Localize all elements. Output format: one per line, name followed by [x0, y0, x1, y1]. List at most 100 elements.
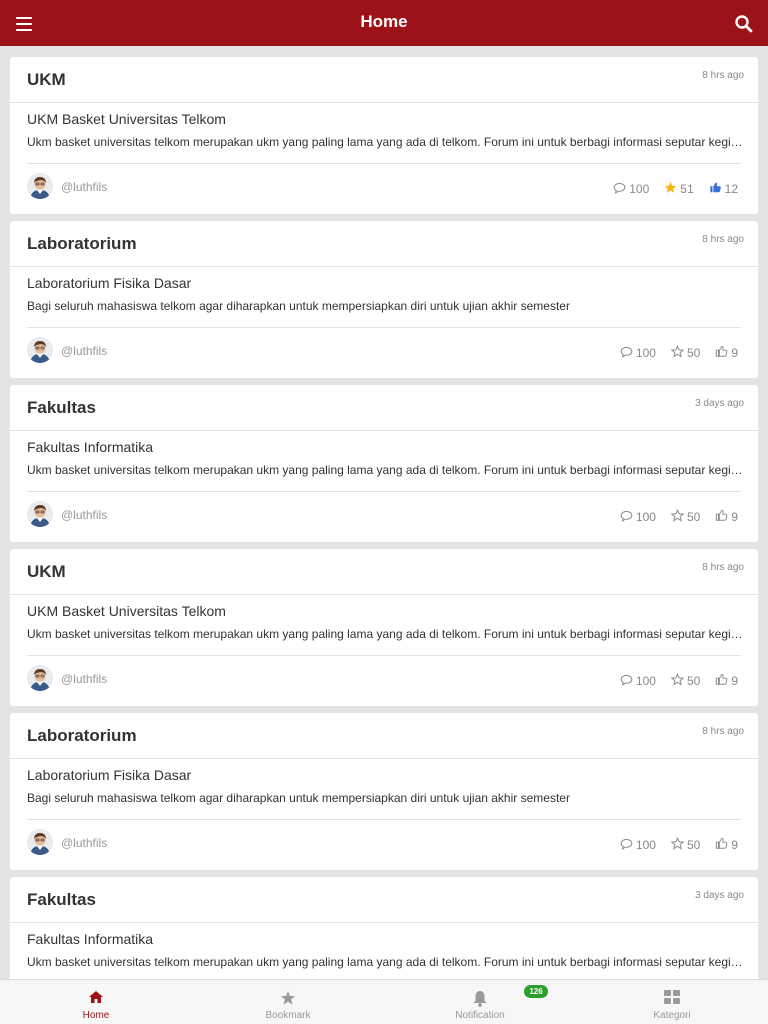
star-icon	[670, 509, 687, 525]
tab-bookmark[interactable]: Bookmark	[192, 980, 384, 1024]
card-header: Fakultas 3 days ago	[10, 877, 758, 923]
tab-home[interactable]: Home	[0, 980, 192, 1024]
post-title[interactable]: Laboratorium Fisika Dasar	[27, 767, 191, 783]
comment-count-button[interactable]: 100	[620, 510, 656, 525]
star-count-button[interactable]: 50	[670, 837, 701, 853]
thumbs-up-icon	[715, 837, 731, 853]
post-card[interactable]: Fakultas 3 days ago Fakultas Informatika Uk…	[10, 385, 758, 542]
avatar[interactable]	[27, 501, 53, 527]
avatar[interactable]	[27, 665, 53, 691]
app-header: Home	[0, 0, 768, 46]
grid-icon	[664, 990, 680, 1004]
star-count: 50	[686, 674, 701, 688]
post-category[interactable]: Fakultas	[27, 398, 96, 418]
post-title[interactable]: Fakultas Informatika	[27, 931, 153, 947]
comment-count-button[interactable]: 100	[613, 182, 649, 197]
post-time: 8 hrs ago	[702, 562, 744, 573]
post-time: 8 hrs ago	[702, 234, 744, 245]
divider	[27, 819, 741, 820]
thumbs-up-icon	[715, 509, 731, 525]
avatar[interactable]	[27, 829, 53, 855]
star-count: 50	[686, 838, 701, 852]
star-count-button[interactable]: 50	[670, 345, 701, 361]
card-header: Fakultas 3 days ago	[10, 385, 758, 431]
star-count: 50	[686, 510, 701, 524]
post-category[interactable]: Fakultas	[27, 890, 96, 910]
star-count-button[interactable]: 51	[664, 181, 694, 197]
tab-label: Notification	[455, 1010, 505, 1021]
post-title[interactable]: Laboratorium Fisika Dasar	[27, 275, 191, 291]
post-card[interactable]: Laboratorium 8 hrs ago Laboratorium Fisika…	[10, 713, 758, 870]
post-card[interactable]: UKM 8 hrs ago UKM Basket Universitas Telko…	[10, 549, 758, 706]
post-title[interactable]: UKM Basket Universitas Telkom	[27, 603, 226, 619]
post-time: 3 days ago	[695, 890, 744, 901]
comment-count-button[interactable]: 100	[620, 838, 656, 853]
comment-icon	[620, 346, 636, 361]
like-count-button[interactable]: 9	[715, 509, 738, 525]
star-count-button[interactable]: 50	[670, 509, 701, 525]
comment-count: 100	[629, 182, 650, 196]
post-card[interactable]: Laboratorium 8 hrs ago Laboratorium Fisika…	[10, 221, 758, 378]
bottom-tab-bar: Home Bookmark Notification 126 Kategori	[0, 979, 768, 1024]
tab-notification[interactable]: Notification	[384, 980, 576, 1024]
post-stats: 100 50 9	[605, 837, 738, 853]
comment-count: 100	[635, 346, 656, 360]
search-icon[interactable]	[734, 14, 754, 34]
avatar[interactable]	[27, 173, 53, 199]
divider	[27, 655, 741, 656]
like-count-button[interactable]: 9	[715, 673, 738, 689]
comment-icon	[620, 674, 636, 689]
star-count-button[interactable]: 50	[670, 673, 701, 689]
thumbs-up-icon	[709, 181, 725, 197]
card-header: Laboratorium 8 hrs ago	[10, 221, 758, 267]
post-stats: 100 50 9	[605, 673, 738, 689]
post-stats: 100 50 9	[605, 345, 738, 361]
like-count-button[interactable]: 12	[709, 181, 738, 197]
post-author[interactable]: @luthfils	[61, 672, 107, 686]
post-description: Ukm basket universitas telkom merupakan …	[27, 627, 743, 641]
post-description: Ukm basket universitas telkom merupakan …	[27, 135, 743, 149]
post-title[interactable]: Fakultas Informatika	[27, 439, 153, 455]
tab-kategori[interactable]: Kategori	[576, 980, 768, 1024]
post-description: Bagi seluruh mahasiswa telkom agar dihar…	[27, 299, 570, 313]
like-count-button[interactable]: 9	[715, 837, 738, 853]
post-category[interactable]: Laboratorium	[27, 234, 137, 254]
comment-icon	[620, 510, 636, 525]
card-header: UKM 8 hrs ago	[10, 57, 758, 103]
like-count: 9	[731, 346, 738, 360]
star-count: 50	[686, 346, 701, 360]
star-count: 51	[680, 182, 694, 196]
comment-count: 100	[635, 510, 656, 524]
tab-label: Bookmark	[265, 1010, 311, 1021]
card-header: Laboratorium 8 hrs ago	[10, 713, 758, 759]
divider	[27, 491, 741, 492]
comment-count: 100	[635, 674, 656, 688]
post-title[interactable]: UKM Basket Universitas Telkom	[27, 111, 226, 127]
star-icon	[280, 991, 296, 1005]
tab-label: Home	[82, 1010, 110, 1021]
post-category[interactable]: UKM	[27, 562, 66, 582]
like-count-button[interactable]: 9	[715, 345, 738, 361]
bell-icon	[473, 991, 487, 1007]
like-count: 12	[724, 182, 738, 196]
post-category[interactable]: UKM	[27, 70, 66, 90]
comment-icon	[620, 838, 636, 853]
post-category[interactable]: Laboratorium	[27, 726, 137, 746]
comment-count: 100	[635, 838, 656, 852]
post-time: 8 hrs ago	[702, 70, 744, 81]
post-author[interactable]: @luthfils	[61, 180, 107, 194]
post-time: 3 days ago	[695, 398, 744, 409]
thumbs-up-icon	[715, 345, 731, 361]
avatar[interactable]	[27, 337, 53, 363]
post-card[interactable]: UKM 8 hrs ago UKM Basket Universitas Telko…	[10, 57, 758, 214]
comment-count-button[interactable]: 100	[620, 674, 656, 689]
post-stats: 100 50 9	[605, 509, 738, 525]
post-author[interactable]: @luthfils	[61, 508, 107, 522]
post-author[interactable]: @luthfils	[61, 836, 107, 850]
comment-icon	[613, 182, 629, 197]
post-author[interactable]: @luthfils	[61, 344, 107, 358]
divider	[27, 163, 741, 164]
card-header: UKM 8 hrs ago	[10, 549, 758, 595]
like-count: 9	[731, 674, 738, 688]
comment-count-button[interactable]: 100	[620, 346, 656, 361]
